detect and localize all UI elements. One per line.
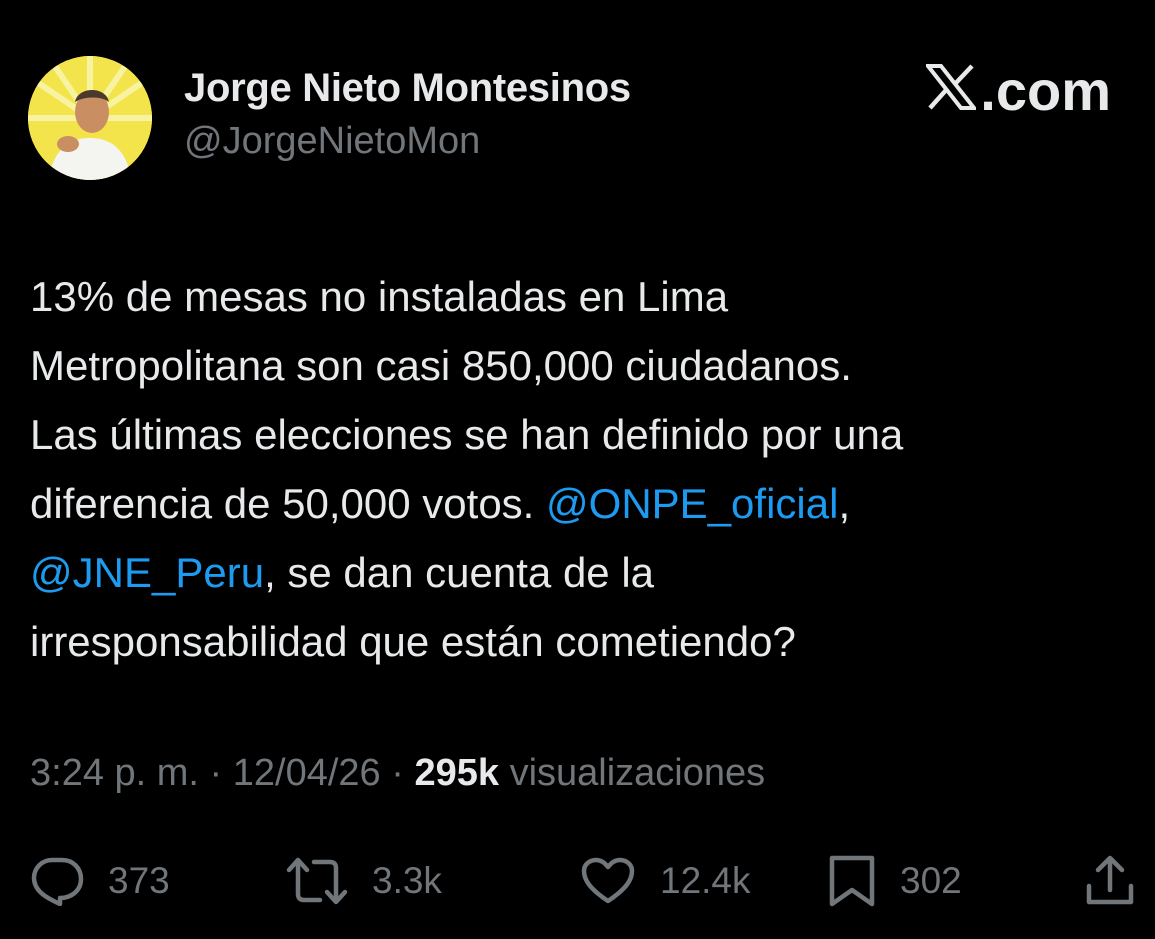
- tweet-date[interactable]: 12/04/26: [233, 752, 381, 794]
- share-button[interactable]: [1084, 846, 1136, 916]
- meta-separator: ·: [198, 752, 233, 794]
- mention-link-jne[interactable]: @JNE_Peru: [30, 549, 264, 596]
- reply-button[interactable]: 373: [30, 846, 170, 916]
- like-count: 12.4k: [660, 860, 751, 901]
- meta-separator: ·: [380, 752, 415, 794]
- views-count: 295k: [414, 752, 500, 794]
- bookmark-button[interactable]: 302: [828, 846, 962, 916]
- x-logo-icon: [924, 58, 980, 123]
- tweet-line: Las últimas elecciones se han definido p…: [30, 411, 904, 458]
- tweet-line: irresponsabilidad que están cometiendo?: [30, 618, 796, 665]
- reply-icon: [30, 856, 84, 906]
- repost-button[interactable]: 3.3k: [286, 846, 442, 916]
- reply-count: 373: [108, 860, 170, 901]
- author-handle[interactable]: @JorgeNietoMon: [184, 120, 480, 163]
- repost-icon: [286, 856, 348, 906]
- avatar[interactable]: [28, 56, 152, 180]
- mention-link-onpe[interactable]: @ONPE_oficial: [546, 480, 838, 527]
- like-button[interactable]: 12.4k: [580, 846, 751, 916]
- bookmark-icon: [828, 854, 876, 908]
- tweet-line-text: , se dan cuenta de la: [264, 549, 655, 596]
- repost-count: 3.3k: [372, 860, 442, 901]
- brand-watermark: .com: [924, 58, 1111, 123]
- share-icon: [1084, 854, 1136, 908]
- tweet-line: 13% de mesas no instaladas en Lima: [30, 273, 729, 320]
- tweet-line: Metropolitana son casi 850,000 ciudadano…: [30, 342, 852, 389]
- brand-label: .com: [980, 59, 1111, 122]
- tweet-line: @JNE_Peru, se dan cuenta de la: [30, 538, 1130, 607]
- tweet-line: diferencia de 50,000 votos. @ONPE_oficia…: [30, 469, 1130, 538]
- tweet-meta: 3:24 p. m. · 12/04/26 · 295k visualizaci…: [30, 752, 765, 795]
- tweet-time[interactable]: 3:24 p. m.: [30, 752, 199, 794]
- tweet-text: 13% de mesas no instaladas en Lima Metro…: [30, 262, 1130, 676]
- heart-icon: [580, 856, 636, 906]
- tweet-line-text: diferencia de 50,000 votos.: [30, 480, 547, 527]
- author-name[interactable]: Jorge Nieto Montesinos: [184, 66, 631, 111]
- action-bar: 373 3.3k 12.4k 302: [0, 846, 1155, 916]
- tweet-line-text: ,: [838, 480, 851, 527]
- bookmark-count: 302: [900, 860, 962, 901]
- views-label: visualizaciones: [499, 752, 766, 794]
